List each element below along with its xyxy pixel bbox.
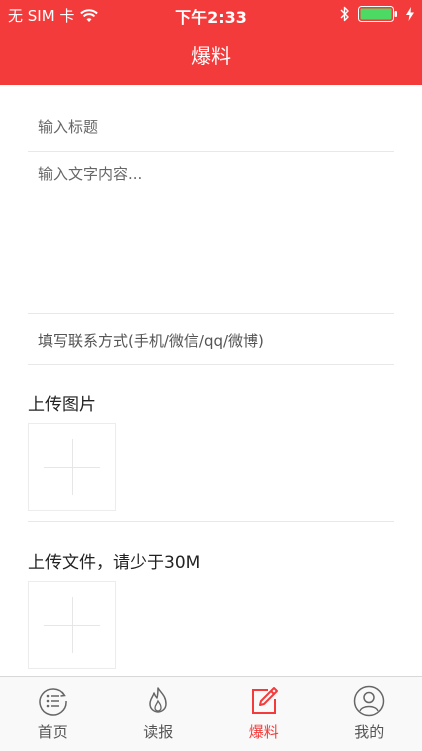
user-icon	[353, 685, 385, 717]
tab-home[interactable]: 首页	[0, 677, 106, 751]
status-right	[340, 6, 414, 22]
content-textarea[interactable]: 输入文字内容...	[28, 152, 394, 314]
top-bar: 无 SIM 卡 下午2:33 爆料	[0, 0, 422, 85]
tab-read-label: 读报	[106, 721, 212, 742]
tab-bar: 首页 读报 爆料 我的	[0, 676, 422, 751]
battery-icon	[358, 6, 398, 22]
tab-read[interactable]: 读报	[106, 677, 212, 751]
contact-input[interactable]: 填写联系方式(手机/微信/qq/微博)	[28, 314, 394, 365]
content-placeholder: 输入文字内容...	[38, 163, 142, 184]
tab-mine-label: 我的	[317, 721, 422, 742]
tab-report[interactable]: 爆料	[211, 677, 317, 751]
title-input[interactable]: 输入标题	[28, 85, 394, 152]
edit-icon	[248, 685, 280, 717]
tab-home-label: 首页	[0, 721, 106, 742]
upload-file-button[interactable]	[28, 581, 116, 669]
tab-mine[interactable]: 我的	[317, 677, 422, 751]
bluetooth-icon	[340, 6, 350, 22]
upload-image-label: 上传图片	[28, 390, 96, 415]
charging-icon	[406, 7, 414, 21]
upload-file-label: 上传文件，请少于30M	[28, 548, 200, 573]
status-bar: 无 SIM 卡 下午2:33	[0, 0, 422, 28]
page-title: 爆料	[0, 40, 422, 69]
upload-image-button[interactable]	[28, 423, 116, 511]
title-placeholder: 输入标题	[38, 116, 98, 137]
home-list-icon	[37, 685, 69, 717]
tab-report-label: 爆料	[211, 721, 317, 742]
contact-placeholder: 填写联系方式(手机/微信/qq/微博)	[38, 330, 264, 351]
section-divider	[28, 521, 394, 522]
flame-icon	[142, 685, 174, 717]
